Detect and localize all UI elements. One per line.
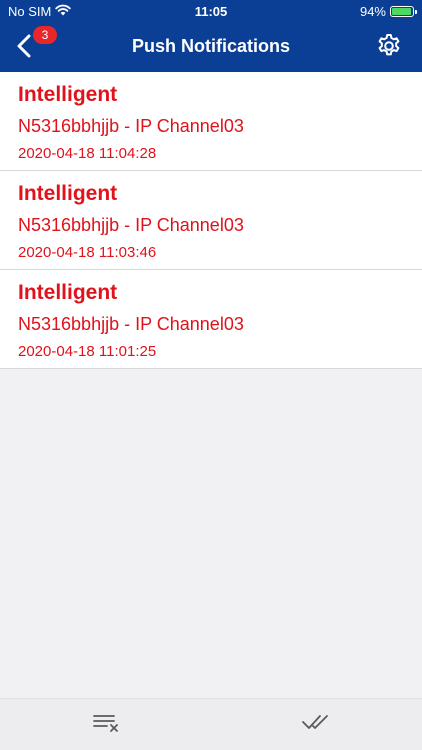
notification-title: Intelligent xyxy=(18,182,118,205)
clear-all-button[interactable] xyxy=(88,707,124,741)
nav-bar: 3 Push Notifications xyxy=(0,24,422,72)
clear-list-icon xyxy=(90,710,122,739)
status-bar: No SIM 11:05 94% xyxy=(0,0,422,24)
notification-item[interactable]: Intelligent N5316bbhjjb - IP Channel03 2… xyxy=(0,171,422,270)
status-time: 11:05 xyxy=(194,4,228,19)
notification-time: 2020-04-18 11:01:25 xyxy=(18,343,157,360)
notification-time: 2020-04-18 11:03:46 xyxy=(18,244,157,261)
settings-button[interactable] xyxy=(372,31,406,65)
mark-all-read-button[interactable] xyxy=(298,707,334,741)
notification-list: Intelligent N5316bbhjjb - IP Channel03 2… xyxy=(0,72,422,369)
notification-source: N5316bbhjjb - IP Channel03 xyxy=(18,215,244,235)
bottom-toolbar xyxy=(0,698,422,750)
top-bar: No SIM 11:05 94% 3 Push Notifications xyxy=(0,0,422,72)
notification-item[interactable]: Intelligent N5316bbhjjb - IP Channel03 2… xyxy=(0,270,422,369)
battery-percent: 94% xyxy=(359,4,386,19)
battery-fill xyxy=(392,8,411,15)
battery-icon xyxy=(390,6,417,17)
gear-icon xyxy=(375,32,403,65)
notification-item[interactable]: Intelligent N5316bbhjjb - IP Channel03 2… xyxy=(0,72,422,171)
page-title: Push Notifications xyxy=(131,36,290,56)
notification-source: N5316bbhjjb - IP Channel03 xyxy=(18,116,244,136)
notification-time: 2020-04-18 11:04:28 xyxy=(18,145,157,162)
notification-source: N5316bbhjjb - IP Channel03 xyxy=(18,314,244,334)
double-check-icon xyxy=(300,710,332,739)
battery-status: 94% xyxy=(359,4,417,19)
notification-title: Intelligent xyxy=(18,83,118,106)
notification-title: Intelligent xyxy=(18,281,118,304)
